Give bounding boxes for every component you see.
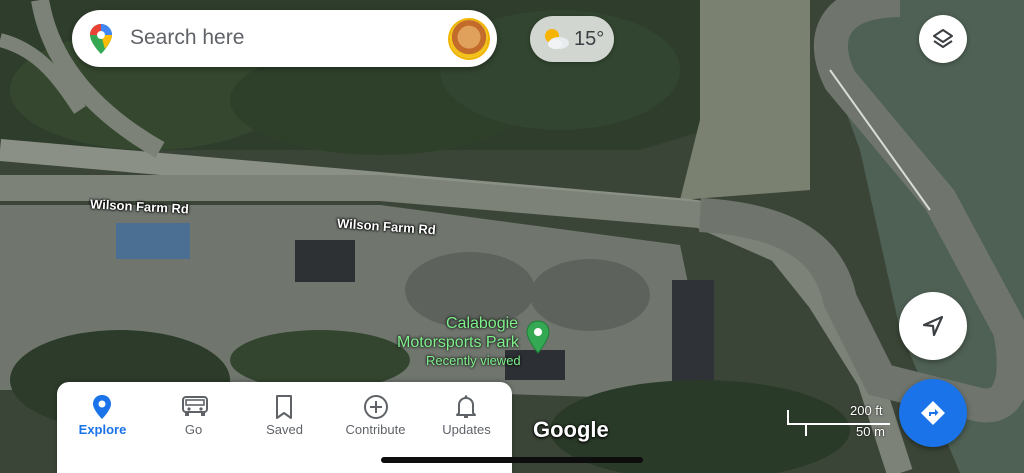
nav-label: Explore: [78, 422, 127, 437]
bookmark-icon: [276, 395, 292, 419]
place-subtitle: Recently viewed: [426, 353, 521, 368]
scale-meters: 50 m: [856, 424, 885, 439]
place-name-line2[interactable]: Motorsports Park: [397, 333, 519, 352]
nav-saved[interactable]: Saved: [239, 382, 330, 473]
partly-cloudy-icon: [545, 29, 569, 49]
home-indicator[interactable]: [381, 457, 643, 463]
place-pin-icon[interactable]: [526, 320, 550, 354]
avatar[interactable]: [450, 20, 488, 58]
nav-label: Saved: [266, 422, 303, 437]
maps-pin-logo-icon: [90, 24, 112, 54]
bell-icon: [456, 395, 476, 418]
my-location-button[interactable]: [899, 292, 967, 360]
nav-label: Go: [184, 422, 203, 437]
nav-label: Updates: [442, 422, 491, 437]
layers-button[interactable]: [919, 15, 967, 63]
weather-chip[interactable]: 15°: [530, 16, 614, 62]
nav-go[interactable]: Go: [148, 382, 239, 473]
place-name-line1[interactable]: Calabogie: [446, 314, 518, 333]
car-icon: [182, 396, 208, 416]
search-input[interactable]: Search here: [130, 26, 244, 50]
search-bar[interactable]: Search here: [72, 10, 497, 67]
nav-explore[interactable]: Explore: [57, 382, 148, 473]
explore-pin-icon: [93, 395, 111, 419]
scale-feet: 200 ft: [850, 403, 883, 418]
layers-icon: [933, 29, 953, 48]
temperature: 15°: [574, 28, 605, 50]
navigation-arrow-icon: [922, 315, 944, 337]
directions-icon: [921, 401, 945, 425]
directions-button[interactable]: [899, 379, 967, 447]
nav-label: Contribute: [345, 422, 406, 437]
google-attribution: Google: [533, 417, 609, 442]
plus-circle-icon: [364, 395, 388, 419]
